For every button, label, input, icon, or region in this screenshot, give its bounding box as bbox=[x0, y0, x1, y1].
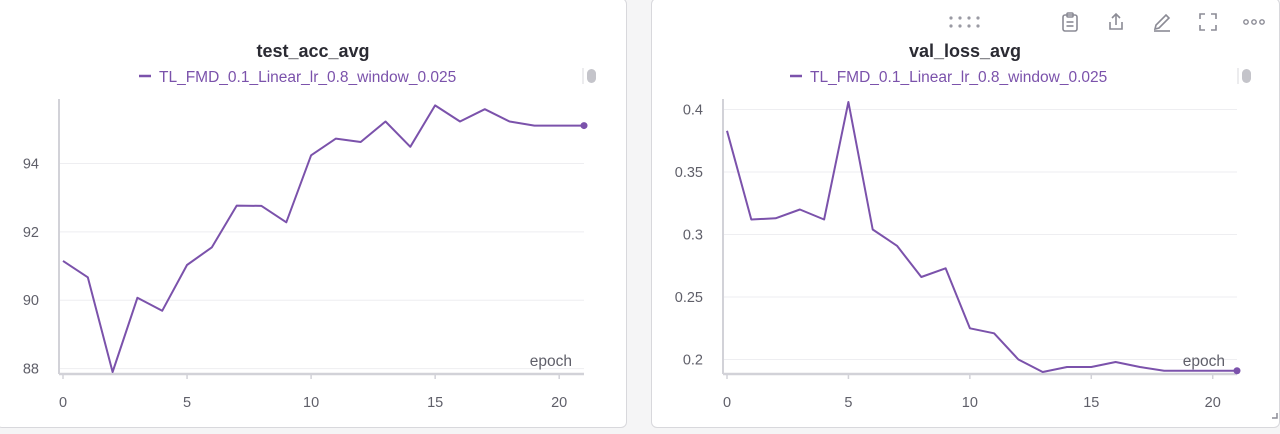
x-tick-label: 15 bbox=[427, 395, 443, 411]
val-loss-avg-chart: val_loss_avg TL_FMD_0.1_Linear_lr_0.8_win… bbox=[675, 41, 1278, 419]
y-tick-label: 94 bbox=[23, 157, 39, 173]
series-endpoint-marker bbox=[580, 122, 588, 130]
legend-scroll-indicator bbox=[1237, 68, 1251, 84]
y-tick-label: 0.4 bbox=[683, 103, 703, 119]
x-tick-label: 10 bbox=[303, 395, 319, 411]
legend-scroll-thumb bbox=[587, 69, 596, 83]
y-tick-label: 0.3 bbox=[683, 228, 703, 244]
x-tick-label: 20 bbox=[1205, 395, 1221, 411]
legend: TL_FMD_0.1_Linear_lr_0.8_window_0.025 bbox=[790, 69, 1107, 86]
legend-scroll-thumb bbox=[1242, 69, 1251, 83]
y-tick-label: 88 bbox=[23, 362, 39, 378]
x-tick-label: 10 bbox=[962, 395, 978, 411]
y-tick-label: 90 bbox=[23, 293, 39, 309]
x-tick-label: 5 bbox=[183, 395, 191, 411]
chart-title: val_loss_avg bbox=[909, 41, 1021, 61]
y-tick-label: 0.2 bbox=[683, 353, 703, 369]
series-line bbox=[726, 101, 1237, 373]
x-tick-label: 5 bbox=[844, 395, 852, 411]
x-axis-label: epoch bbox=[530, 353, 572, 370]
x-tick-label: 20 bbox=[551, 395, 567, 411]
legend-scroll-indicator bbox=[582, 68, 596, 84]
x-tick-label: 0 bbox=[723, 395, 731, 411]
panel-toolbar bbox=[1059, 11, 1265, 33]
legend-label: TL_FMD_0.1_Linear_lr_0.8_window_0.025 bbox=[159, 69, 456, 86]
chart-panel-val-loss-avg[interactable]: val_loss_avg TL_FMD_0.1_Linear_lr_0.8_win… bbox=[651, 0, 1280, 428]
clipboard-icon[interactable] bbox=[1059, 11, 1081, 33]
y-tick-label: 0.25 bbox=[675, 290, 703, 306]
more-icon[interactable] bbox=[1243, 11, 1265, 33]
resize-corner-icon bbox=[1272, 413, 1278, 419]
edit-icon[interactable] bbox=[1151, 11, 1173, 33]
test-acc-avg-chart: test_acc_avg TL_FMD_0.1_Linear_lr_0.8_win… bbox=[23, 41, 596, 411]
y-tick-label: 0.35 bbox=[675, 165, 703, 181]
series-line bbox=[62, 104, 584, 373]
grid-lines bbox=[59, 163, 584, 370]
drag-handle-icon[interactable] bbox=[948, 15, 982, 29]
share-icon[interactable] bbox=[1105, 11, 1127, 33]
grid-lines bbox=[723, 109, 1237, 360]
chart-panel-test-acc-avg[interactable]: test_acc_avg TL_FMD_0.1_Linear_lr_0.8_win… bbox=[0, 0, 627, 428]
x-axis-label: epoch bbox=[1183, 353, 1225, 370]
y-tick-label: 92 bbox=[23, 225, 39, 241]
chart-title: test_acc_avg bbox=[256, 41, 369, 61]
legend: TL_FMD_0.1_Linear_lr_0.8_window_0.025 bbox=[139, 69, 456, 86]
legend-label: TL_FMD_0.1_Linear_lr_0.8_window_0.025 bbox=[810, 69, 1107, 86]
series-endpoint-marker bbox=[1233, 367, 1241, 375]
fullscreen-icon[interactable] bbox=[1197, 11, 1219, 33]
x-tick-label: 15 bbox=[1083, 395, 1099, 411]
x-tick-label: 0 bbox=[59, 395, 67, 411]
